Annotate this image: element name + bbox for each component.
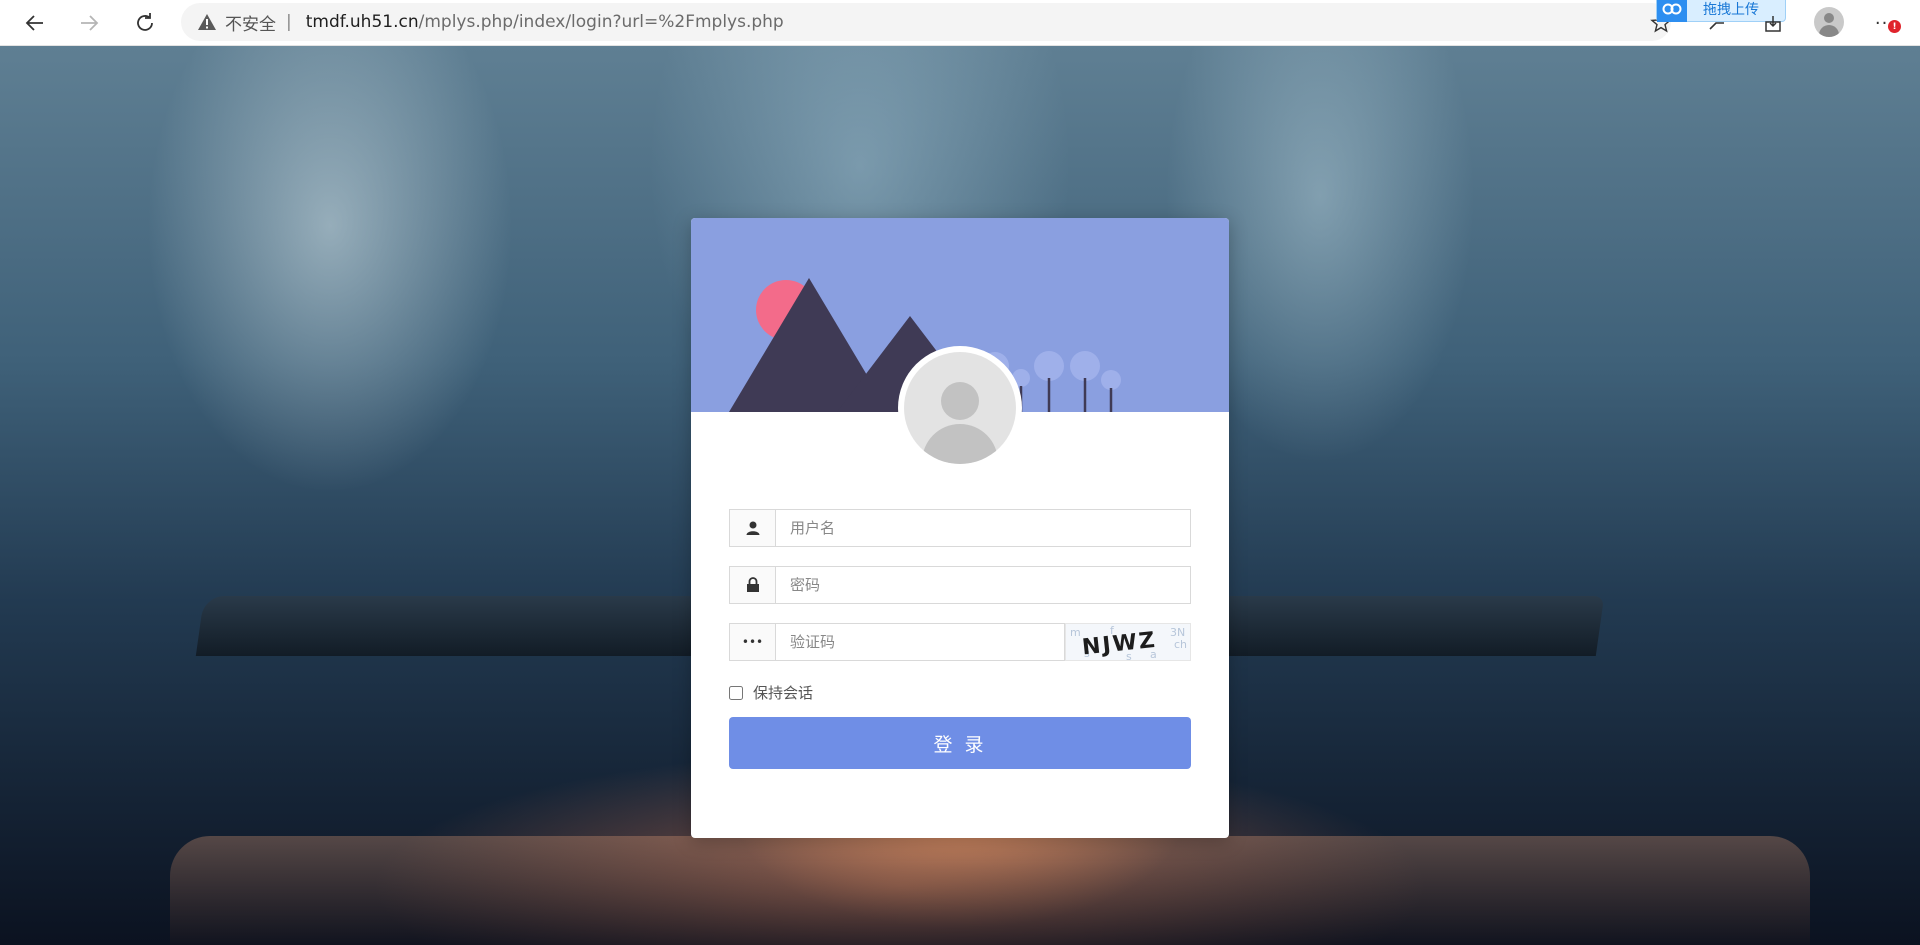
login-button[interactable]: 登 录 xyxy=(729,717,1191,769)
profile-icon[interactable] xyxy=(1814,7,1844,37)
captcha-image[interactable]: m s s 3N ch f a NJWZ xyxy=(1065,623,1191,661)
url-host: tmdf.uh51.cn xyxy=(305,12,419,32)
url-path: /mplys.php/index/login?url=%2Fmplys.php xyxy=(418,12,784,32)
page-background: ••• mss3Nchfa NJWZ 保持会话 登 录 xyxy=(0,46,1920,945)
back-button[interactable] xyxy=(18,6,52,40)
reload-button[interactable] xyxy=(128,6,162,40)
browser-toolbar: 不安全 | tmdf.uh51.cn/mplys.php/index/login… xyxy=(0,0,1920,46)
security-label[interactable]: 不安全 xyxy=(225,10,276,35)
avatar-body-shape xyxy=(922,424,998,464)
collections-button[interactable] xyxy=(1700,6,1734,40)
remember-session[interactable]: 保持会话 xyxy=(729,682,813,703)
username-field xyxy=(729,509,1191,547)
user-icon xyxy=(730,510,776,546)
password-field xyxy=(729,566,1191,604)
collections-icon xyxy=(1709,22,1724,30)
address-bar[interactable]: 不安全 | tmdf.uh51.cn/mplys.php/index/login… xyxy=(181,3,1671,41)
share-icon xyxy=(1765,16,1781,32)
captcha-text: NJWZ xyxy=(1081,628,1158,661)
address-separator: | xyxy=(286,12,292,32)
remember-checkbox[interactable] xyxy=(729,685,743,700)
password-input[interactable] xyxy=(776,567,1190,603)
baidu-cloud-icon xyxy=(1657,0,1687,22)
svg-text:m: m xyxy=(1070,626,1081,639)
captcha-field: ••• xyxy=(729,623,1065,661)
lock-icon xyxy=(730,567,776,603)
svg-text:ch: ch xyxy=(1174,638,1187,651)
warning-icon xyxy=(197,13,217,31)
remember-label: 保持会话 xyxy=(753,684,814,702)
login-card: ••• mss3Nchfa NJWZ 保持会话 登 录 xyxy=(691,218,1229,838)
forward-arrow-icon xyxy=(81,15,99,31)
background-laptop-base xyxy=(170,836,1810,945)
forward-button[interactable] xyxy=(72,6,106,40)
captcha-input[interactable] xyxy=(776,624,1064,660)
share-button[interactable] xyxy=(1756,6,1790,40)
back-arrow-icon xyxy=(25,15,43,31)
avatar-head-shape xyxy=(941,382,979,420)
alert-badge: ! xyxy=(1888,20,1901,33)
reload-icon xyxy=(137,13,153,31)
avatar xyxy=(904,352,1016,464)
username-input[interactable] xyxy=(776,510,1190,546)
captcha-addon-icon: ••• xyxy=(730,624,776,660)
avatar-frame xyxy=(898,346,1022,470)
